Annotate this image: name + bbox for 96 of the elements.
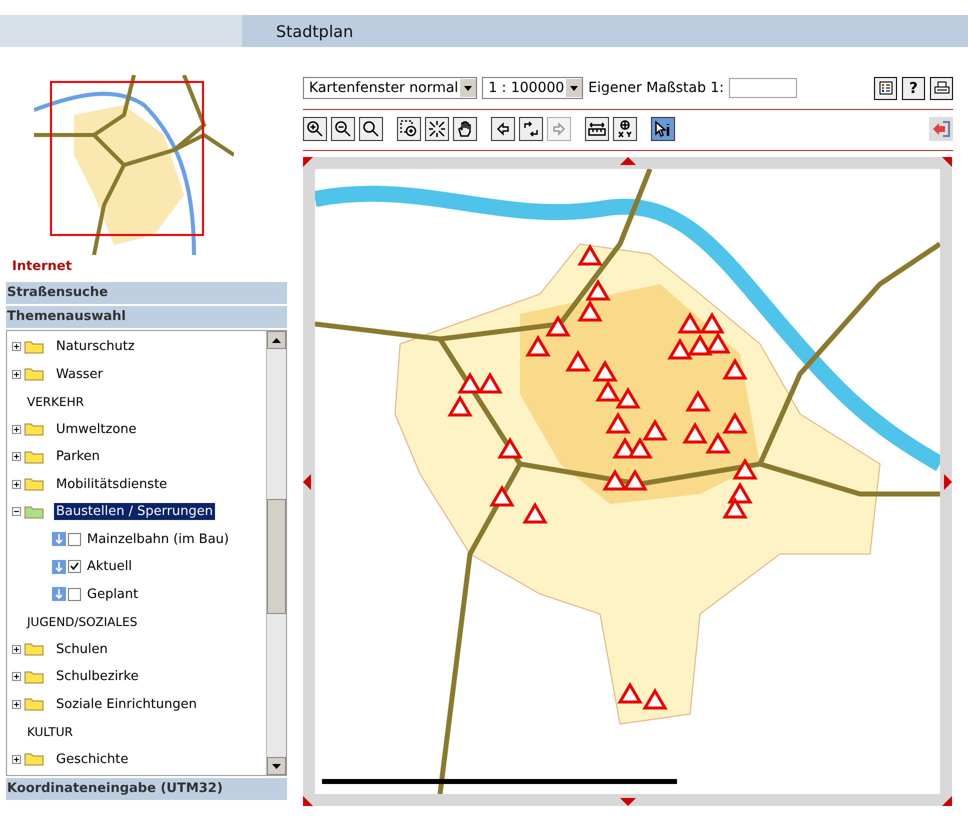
zoom-out-icon bbox=[334, 120, 352, 138]
scroll-down-button[interactable] bbox=[267, 757, 286, 775]
layer-label: Aktuell bbox=[87, 559, 132, 574]
tree-item[interactable]: Mobilitätsdienste bbox=[54, 476, 170, 493]
expander-icon[interactable] bbox=[12, 480, 21, 489]
scroll-thumb[interactable] bbox=[267, 499, 286, 614]
scale-select[interactable]: 1 : 100000 bbox=[482, 77, 584, 99]
zoom-full-tool-button[interactable] bbox=[425, 117, 449, 141]
legend-icon bbox=[878, 81, 892, 95]
print-button[interactable] bbox=[930, 76, 953, 100]
download-icon[interactable] bbox=[52, 587, 66, 602]
tree-item[interactable]: Umweltzone bbox=[54, 420, 139, 438]
pan-icon bbox=[456, 120, 474, 138]
dropdown-icon bbox=[566, 79, 582, 97]
checkbox[interactable] bbox=[68, 532, 81, 546]
folder-icon bbox=[24, 642, 44, 656]
section-header[interactable]: Koordinateneingabe (UTM32) bbox=[6, 778, 287, 800]
down-arrow-icon bbox=[272, 764, 281, 768]
checkbox[interactable] bbox=[68, 588, 81, 601]
tree-item[interactable]: Schulbezirke bbox=[54, 668, 141, 686]
pan-tool-button[interactable] bbox=[453, 117, 477, 141]
coordinates-tool-button[interactable] bbox=[613, 117, 637, 141]
exit-button[interactable] bbox=[929, 117, 953, 141]
scroll-up-button[interactable] bbox=[267, 331, 286, 349]
expander-icon[interactable] bbox=[12, 370, 21, 379]
expander-icon[interactable] bbox=[12, 452, 21, 462]
download-icon[interactable] bbox=[52, 532, 66, 546]
zoom-out-tool-button[interactable] bbox=[331, 117, 355, 141]
back-icon bbox=[494, 120, 512, 138]
custom-scale-field[interactable] bbox=[729, 78, 798, 98]
tree-item[interactable]: Geschichte bbox=[54, 750, 130, 768]
pan-southwest-icon[interactable] bbox=[303, 796, 313, 806]
overview-map-drawing[interactable] bbox=[34, 75, 234, 255]
zoom-box-icon bbox=[400, 120, 418, 138]
expander-icon[interactable] bbox=[12, 754, 21, 764]
refresh-tool-button[interactable] bbox=[519, 117, 543, 141]
expander-icon[interactable] bbox=[12, 672, 21, 682]
folder-icon bbox=[24, 340, 44, 354]
legend-button[interactable] bbox=[874, 76, 897, 100]
layer-label: Geplant bbox=[87, 586, 138, 602]
folder-icon bbox=[24, 477, 44, 492]
expander-icon[interactable] bbox=[12, 342, 21, 352]
measure-tool-button[interactable] bbox=[585, 117, 609, 141]
pan-southeast-icon[interactable] bbox=[942, 796, 952, 806]
tree-item[interactable]: Baustellen / Sperrungen bbox=[54, 503, 216, 520]
dropdown-icon bbox=[460, 79, 476, 97]
category-label: KULTUR bbox=[27, 724, 73, 739]
tree-item[interactable]: Naturschutz bbox=[54, 338, 137, 356]
pan-west-icon[interactable] bbox=[303, 474, 311, 490]
folder-icon bbox=[24, 697, 44, 712]
pan-east-icon[interactable] bbox=[944, 474, 952, 490]
checkbox[interactable] bbox=[68, 560, 81, 574]
tree-item[interactable]: Parken bbox=[54, 448, 102, 466]
expander-icon[interactable] bbox=[12, 424, 21, 434]
scrollbar[interactable] bbox=[266, 331, 286, 775]
category-label: JUGEND/SOZIALES bbox=[27, 614, 138, 629]
folder-icon bbox=[24, 422, 44, 436]
info-icon bbox=[654, 120, 672, 138]
pan-northeast-icon[interactable] bbox=[942, 157, 952, 167]
zoom-box-tool-button[interactable] bbox=[397, 117, 421, 141]
context-label: Internet bbox=[12, 259, 72, 274]
coordinates-icon bbox=[616, 120, 634, 138]
layer-label: Mainzelbahn (im Bau) bbox=[87, 532, 229, 547]
expander-icon[interactable] bbox=[12, 700, 21, 709]
expander-icon[interactable] bbox=[12, 507, 21, 516]
measure-icon bbox=[588, 120, 606, 138]
info-tool-button[interactable] bbox=[651, 117, 675, 141]
printer-icon bbox=[934, 81, 950, 95]
custom-scale-label: Eigener Maßstab 1: bbox=[588, 80, 724, 96]
back-tool-button[interactable] bbox=[491, 117, 515, 141]
window-size-select[interactable]: Kartenfenster normal bbox=[303, 77, 478, 99]
zoom-in-tool-button[interactable] bbox=[303, 117, 327, 141]
category-label: VERKEHR bbox=[27, 394, 84, 409]
folder-icon bbox=[24, 670, 44, 684]
refresh-icon bbox=[522, 120, 540, 138]
folder-icon bbox=[24, 367, 44, 382]
expander-icon[interactable] bbox=[12, 644, 21, 654]
tree-item[interactable]: Soziale Einrichtungen bbox=[54, 696, 199, 713]
page-title: Stadtplan bbox=[276, 22, 354, 40]
tree-item[interactable]: Wasser bbox=[54, 366, 105, 383]
pan-north-icon[interactable] bbox=[620, 157, 636, 165]
section-header[interactable]: Themenauswahl bbox=[6, 306, 287, 328]
zoom-tool-button[interactable] bbox=[359, 117, 383, 141]
pan-northwest-icon[interactable] bbox=[303, 157, 313, 167]
up-arrow-icon bbox=[272, 338, 281, 342]
exit-icon bbox=[931, 120, 951, 138]
pan-south-icon[interactable] bbox=[620, 798, 636, 806]
zoom-in-icon bbox=[306, 120, 324, 138]
folder-icon bbox=[24, 752, 44, 766]
zoom-icon bbox=[362, 120, 380, 138]
section-header[interactable]: Straßensuche bbox=[6, 282, 287, 304]
zoom-full-icon bbox=[428, 120, 446, 138]
folder-icon bbox=[24, 450, 44, 464]
folder-icon bbox=[24, 504, 44, 519]
tree-item[interactable]: Schulen bbox=[54, 640, 110, 658]
help-button[interactable]: ? bbox=[902, 76, 925, 100]
